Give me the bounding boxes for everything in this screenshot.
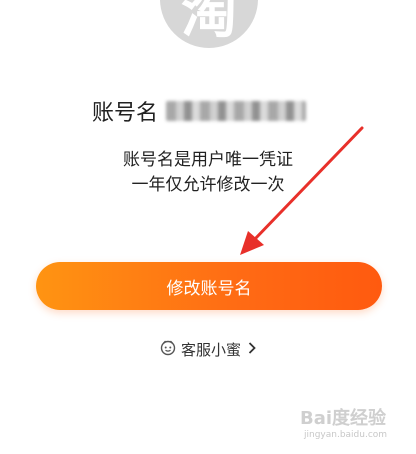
- watermark-url: jingyan.baidu.com: [304, 430, 388, 440]
- modify-account-name-button[interactable]: 修改账号名: [36, 262, 382, 310]
- description-line-2: 一年仅允许修改一次: [131, 175, 285, 195]
- account-name-value-blurred: [166, 101, 307, 121]
- chevron-right-icon: [247, 340, 257, 359]
- avatar: 淘: [160, 0, 258, 48]
- account-name-label: 账号名: [92, 101, 159, 126]
- description-line-1: 账号名是用户唯一凭证: [123, 150, 293, 170]
- robot-face-icon: [159, 338, 177, 360]
- red-annotation-arrow: [240, 126, 364, 255]
- account-name-row: 账号名: [92, 96, 307, 126]
- baidu-jingyan-watermark: Bai度经验 jingyan.baidu.com: [300, 400, 410, 448]
- watermark-brand: Bai度经验: [300, 408, 387, 429]
- customer-service-label: 客服小蜜: [180, 340, 241, 359]
- customer-service-link[interactable]: 客服小蜜: [0, 338, 416, 360]
- account-name-screen: 淘 账号名 账号名是用户唯一凭证 一年仅允许修改一次 修改账号名 客服小蜜 Ba…: [0, 0, 416, 454]
- modify-account-name-label: 修改账号名: [166, 278, 252, 299]
- taobao-logo-glyph: 淘: [181, 0, 237, 46]
